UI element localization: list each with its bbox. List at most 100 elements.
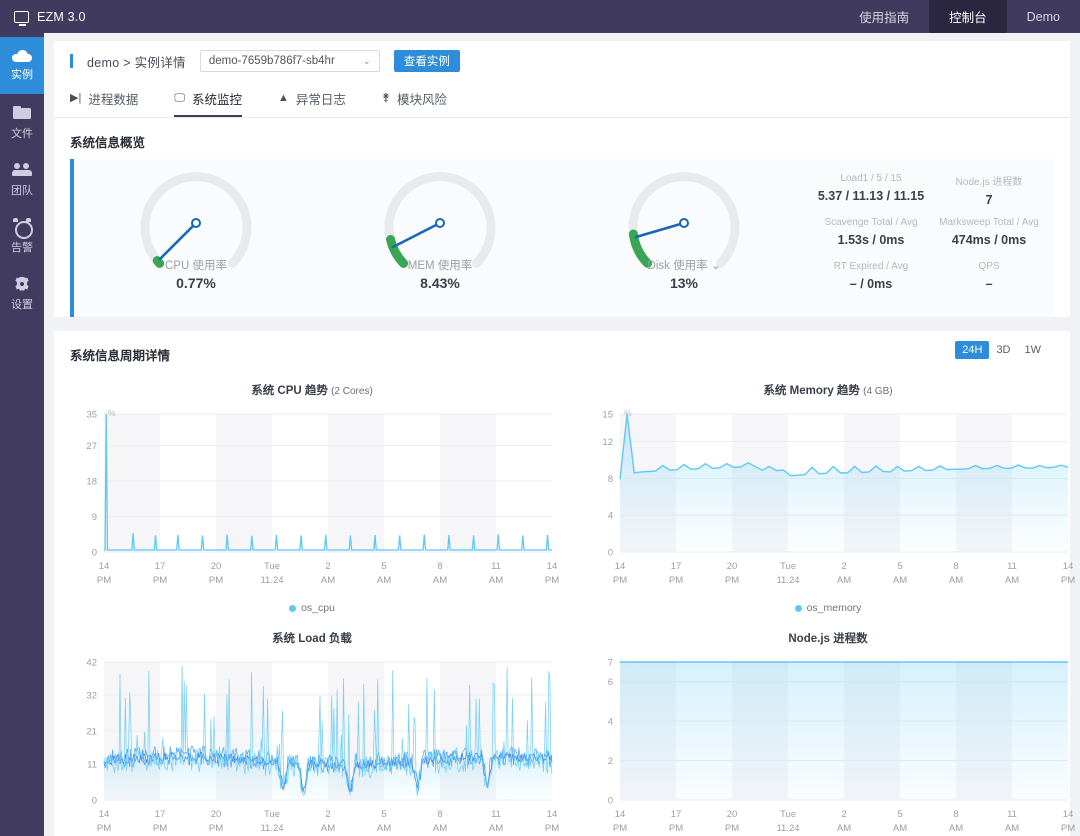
chart-node-svg: 0 2 4 6 7 14 PM 17 PM 20 PM Tue 11.24 2 AM 5 AM 8 AM 11 AM 14… <box>608 658 1076 835</box>
top-nav-demo[interactable]: Demo <box>1007 0 1080 33</box>
tab-error-log[interactable]: ▲ 异常日志 <box>278 81 346 117</box>
gauge-disk-label-text: Disk 使用率 <box>647 260 708 272</box>
svg-text:2: 2 <box>841 561 846 572</box>
overview-title: 系统信息概览 <box>70 136 146 150</box>
chart-memory-svg: 0481215 %14PM17PM20PMTue11.242AM5AM8AM11A… <box>602 408 1075 586</box>
gauge-cpu: CPU 使用率 0.77% <box>74 163 318 313</box>
tab-label: 系统监控 <box>191 92 242 107</box>
sidebar-item-team[interactable]: 团队 <box>0 151 44 208</box>
legend-dot <box>794 604 802 612</box>
sidebar-item-alerts[interactable]: 告警 <box>0 208 44 265</box>
svg-text:PM: PM <box>613 575 627 586</box>
svg-text:Tue: Tue <box>780 561 796 572</box>
svg-text:AM: AM <box>949 575 963 586</box>
instance-select-value: demo-7659b786f7-sb4hr <box>208 55 335 67</box>
accent-bar <box>70 54 73 68</box>
svg-text:14: 14 <box>1063 561 1074 572</box>
svg-text:AM: AM <box>377 823 391 834</box>
svg-text:17: 17 <box>671 561 682 572</box>
svg-text:5: 5 <box>897 561 902 572</box>
instance-select[interactable]: demo-7659b786f7-sb4hr ⌄ <box>199 50 380 72</box>
gauge-disk-label[interactable]: Disk 使用率 ⌄ <box>562 257 806 273</box>
legend-item[interactable]: os_memory <box>794 602 861 614</box>
svg-text:12: 12 <box>602 437 613 448</box>
chevron-down-icon: ⌄ <box>362 55 371 67</box>
svg-text:11.24: 11.24 <box>776 575 799 586</box>
svg-text:9: 9 <box>92 512 97 523</box>
svg-text:8: 8 <box>953 809 958 820</box>
sidebar-item-files[interactable]: 文件 <box>0 94 44 151</box>
tab-process-data[interactable]: ▶| 进程数据 <box>70 81 138 117</box>
chart-body[interactable]: 0 11 21 32 42 14 PM 17 PM 20 PM Tue 11.24 2 AM 5 AM 8 AM 11… <box>62 648 562 836</box>
range-24h[interactable]: 24H <box>955 341 990 359</box>
top-nav-console[interactable]: 控制台 <box>929 0 1007 33</box>
svg-text:11: 11 <box>87 759 97 770</box>
stat-value: 474ms / 0ms <box>951 233 1027 247</box>
svg-text:11.24: 11.24 <box>260 575 283 586</box>
svg-text:21: 21 <box>86 727 97 738</box>
gauge-mem-label: MEM 使用率 <box>407 260 473 272</box>
svg-text:PM: PM <box>97 575 111 586</box>
tab-system-monitor[interactable]: 🖵 系统监控 <box>174 81 242 117</box>
chart-load-svg: 0 11 21 32 42 14 PM 17 PM 20 PM Tue 11.24 2 AM 5 AM 8 AM 11… <box>86 658 559 835</box>
chart-title: 系统 Memory 趋势 (4 GB) <box>578 376 1078 400</box>
stat-rt-expired: RT Expired / Avg – / 0ms <box>812 261 930 305</box>
svg-text:Tue: Tue <box>780 809 796 820</box>
gear-icon <box>13 276 31 292</box>
step-forward-icon: ▶| <box>70 91 82 104</box>
svg-text:0: 0 <box>608 548 613 559</box>
gauge-group: CPU 使用率 0.77% MEM 使用率 8.43% Disk 使用率 ⌄ 1… <box>74 159 806 317</box>
svg-text:2: 2 <box>608 756 613 767</box>
chart-title-main: 系统 Memory 趋势 <box>763 385 860 397</box>
stat-value: 7 <box>985 193 993 207</box>
brand: EZM 3.0 <box>0 0 86 33</box>
gauge-cpu-label: CPU 使用率 <box>165 260 227 272</box>
range-3d[interactable]: 3D <box>989 341 1017 359</box>
legend-item[interactable]: os_cpu <box>289 602 335 614</box>
system-overview-panel: CPU 使用率 0.77% MEM 使用率 8.43% Disk 使用率 ⌄ 1… <box>70 159 1054 317</box>
chart-title: 系统 CPU 趋势 (2 Cores) <box>62 376 562 400</box>
range-toggle-group: 24H 3D 1W <box>955 341 1048 359</box>
svg-text:11: 11 <box>1007 561 1017 572</box>
svg-text:AM: AM <box>377 575 391 586</box>
tab-module-risk[interactable]: ⚵ 模块风险 <box>382 81 447 117</box>
svg-text:PM: PM <box>1061 575 1075 586</box>
svg-text:17: 17 <box>155 809 166 820</box>
sidebar-item-label: 文件 <box>11 127 33 140</box>
sidebar-item-label: 设置 <box>11 298 33 311</box>
warning-triangle-icon: ▲ <box>277 91 289 104</box>
alarm-icon <box>13 217 33 239</box>
top-nav-guide[interactable]: 使用指南 <box>839 0 929 33</box>
view-instance-button[interactable]: 查看实例 <box>393 50 460 72</box>
svg-text:20: 20 <box>211 561 222 572</box>
chart-system-cpu: 系统 CPU 趋势 (2 Cores) 0 9 18 27 35% 14 PM 17 PM 20 P… <box>54 372 570 620</box>
top-nav: 使用指南 控制台 Demo <box>839 0 1080 33</box>
chevron-down-icon: ⌄ <box>710 260 721 272</box>
sidebar-item-instance[interactable]: 实例 <box>0 37 44 94</box>
svg-text:17: 17 <box>671 809 682 820</box>
stat-label: Load1 / 5 / 15 <box>840 173 902 184</box>
chart-title: 系统 Load 负载 <box>62 624 562 648</box>
svg-text:20: 20 <box>211 809 222 820</box>
chart-body[interactable]: 0 4 8 12 15% 14 PM 17 PM 20 PM Tue 11.24 2 AM 5 AM 8 AM 11 A… <box>578 400 1078 600</box>
sitemap-icon: ⚵ <box>381 91 390 104</box>
svg-text:PM: PM <box>725 823 739 834</box>
svg-text:8: 8 <box>953 561 958 572</box>
sidebar-item-settings[interactable]: 设置 <box>0 265 44 322</box>
sidebar-item-label: 告警 <box>11 241 33 254</box>
breadcrumb-row: demo > 实例详情 demo-7659b786f7-sb4hr ⌄ 查看实例 <box>54 41 1070 81</box>
svg-text:0: 0 <box>92 796 97 807</box>
svg-text:20: 20 <box>727 809 738 820</box>
chart-body[interactable]: 0 9 18 27 35% 14 PM 17 PM 20 PM Tue 11.24 2 AM 5 AM 8 AM 11… <box>62 400 562 600</box>
chart-title-sub: (4 GB) <box>863 386 893 397</box>
svg-text:PM: PM <box>725 575 739 586</box>
svg-text:PM: PM <box>669 575 683 586</box>
gauge-mem-value: 8.43% <box>420 275 460 291</box>
tab-label: 模块风险 <box>396 92 447 107</box>
range-1w[interactable]: 1W <box>1018 341 1049 359</box>
svg-text:AM: AM <box>949 823 963 834</box>
tab-bar: ▶| 进程数据 🖵 系统监控 ▲ 异常日志 ⚵ 模块风险 <box>54 81 1070 118</box>
chart-body[interactable]: 0 2 4 6 7 14 PM 17 PM 20 PM Tue 11.24 2 AM 5 AM 8 AM 11 AM 14… <box>578 648 1078 836</box>
svg-text:5: 5 <box>897 809 902 820</box>
svg-text:20: 20 <box>727 561 738 572</box>
